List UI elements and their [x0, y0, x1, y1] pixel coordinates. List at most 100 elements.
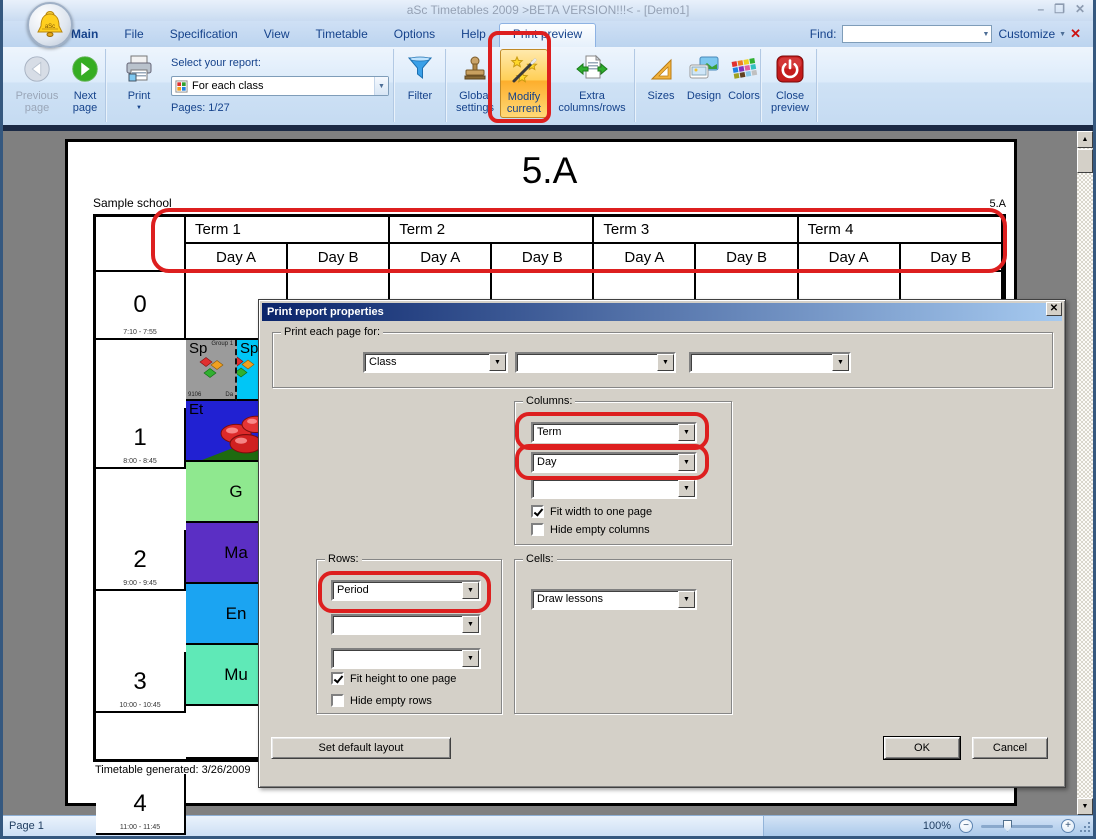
day-header: Day A: [186, 244, 288, 272]
scrollbar-thumb[interactable]: [1077, 149, 1093, 173]
checkbox[interactable]: [331, 694, 344, 707]
page-title: 5.A: [93, 150, 1006, 192]
day-header: Day B: [901, 244, 1003, 272]
set-square-icon: [647, 51, 675, 87]
pictures-icon: [689, 51, 719, 87]
dropdown-arrow-icon[interactable]: ▼: [678, 591, 695, 608]
tab-print-preview[interactable]: Print preview: [499, 23, 596, 47]
dropdown-arrow-icon[interactable]: ▼: [678, 424, 695, 441]
app-logo-bell-icon[interactable]: aSc: [27, 2, 73, 48]
rows-select-1[interactable]: Period ▼: [331, 580, 481, 601]
title-bar: aSc Timetables 2009 >BETA VERSION!!!< - …: [3, 0, 1093, 21]
colors-button[interactable]: Colors: [725, 51, 763, 102]
tab-file[interactable]: File: [111, 23, 156, 47]
tab-help[interactable]: Help: [448, 23, 499, 47]
group-label: Cells:: [523, 553, 557, 565]
checkbox-label: Hide empty rows: [350, 695, 432, 707]
maximize-button[interactable]: ❐: [1054, 2, 1065, 16]
cells-group: Cells: Draw lessons ▼: [514, 559, 732, 714]
term-header: Term 1: [186, 217, 390, 244]
dropdown-arrow-icon[interactable]: ▼: [462, 582, 479, 599]
color-palette-icon: [729, 51, 759, 87]
customize-menu[interactable]: Customize ▼ ✕: [998, 26, 1081, 42]
dropdown-arrow-icon[interactable]: ▼: [462, 650, 479, 667]
columns-select-1[interactable]: Term ▼: [531, 422, 697, 443]
report-select[interactable]: For each class ▼: [171, 76, 389, 96]
checkbox[interactable]: [531, 505, 544, 518]
previous-page-button[interactable]: Previous page: [11, 51, 63, 114]
design-button[interactable]: Design: [682, 51, 726, 102]
print-each-page-for-group: Print each page for: Class ▼ ▼ ▼: [272, 332, 1053, 388]
group-label: Rows:: [325, 553, 362, 565]
find-label: Find:: [810, 27, 837, 41]
set-default-layout-button[interactable]: Set default layout: [271, 737, 451, 759]
customize-label: Customize: [998, 27, 1055, 41]
button-label: OK: [914, 742, 930, 754]
find-input[interactable]: ▼: [842, 25, 992, 43]
combo-value: Day: [537, 456, 557, 468]
close-find-icon[interactable]: ✕: [1070, 26, 1081, 42]
vertical-scrollbar[interactable]: ▲ ▼: [1077, 131, 1093, 815]
columns-select-3[interactable]: ▼: [531, 478, 697, 499]
zoom-out-button[interactable]: −: [959, 819, 973, 833]
global-settings-button[interactable]: Global settings: [452, 51, 498, 114]
dropdown-arrow-icon[interactable]: ▼: [657, 354, 674, 371]
print-button[interactable]: Print ▼: [115, 51, 163, 114]
cubes-icon: [197, 357, 225, 388]
printer-icon: [123, 51, 155, 87]
sizes-button[interactable]: Sizes: [641, 51, 681, 102]
button-label: Cancel: [993, 742, 1027, 754]
tab-specification[interactable]: Specification: [157, 23, 251, 47]
dropdown-arrow-icon[interactable]: ▼: [678, 480, 695, 497]
cells-select[interactable]: Draw lessons ▼: [531, 589, 697, 610]
hide-empty-columns-checkbox[interactable]: Hide empty columns: [531, 523, 650, 536]
fit-height-checkbox[interactable]: Fit height to one page: [331, 672, 456, 685]
ok-button[interactable]: OK: [884, 737, 960, 759]
window-title: aSc Timetables 2009 >BETA VERSION!!!< - …: [3, 3, 1093, 17]
extra-columns-rows-button[interactable]: Extra columns/rows: [551, 51, 633, 114]
zoom-slider-thumb[interactable]: [1003, 820, 1012, 832]
lesson-cell: SpGroup 19106Da: [186, 340, 237, 401]
tab-view[interactable]: View: [251, 23, 303, 47]
columns-select-2[interactable]: Day ▼: [531, 452, 697, 473]
close-button[interactable]: ✕: [1075, 2, 1085, 16]
next-page-button[interactable]: Next page: [63, 51, 107, 114]
chevron-down-icon: ▼: [136, 102, 142, 114]
modify-current-button[interactable]: Modify current: [500, 49, 548, 118]
tab-timetable[interactable]: Timetable: [303, 23, 381, 47]
group-label: Columns:: [523, 395, 575, 407]
scroll-up-button[interactable]: ▲: [1077, 131, 1093, 148]
checkbox[interactable]: [331, 672, 344, 685]
dropdown-arrow-icon[interactable]: ▼: [462, 616, 479, 633]
report-icon: [175, 80, 188, 93]
filter-button[interactable]: Filter: [400, 51, 440, 102]
zoom-in-button[interactable]: +: [1061, 819, 1075, 833]
arrow-left-circle-icon: [22, 51, 52, 87]
button-label: Close preview: [764, 90, 816, 114]
close-preview-button[interactable]: Close preview: [766, 51, 814, 114]
minimize-button[interactable]: –: [1037, 2, 1044, 16]
rows-select-2[interactable]: ▼: [331, 614, 481, 635]
fit-width-checkbox[interactable]: Fit width to one page: [531, 505, 652, 518]
columns-group: Columns: Term ▼ Day ▼ ▼ Fit width to one…: [514, 401, 732, 545]
cubes-icon: [237, 356, 256, 387]
period-cell: 07:10 - 7:55: [96, 272, 186, 340]
page-for-select-2[interactable]: ▼: [515, 352, 676, 373]
checkbox[interactable]: [531, 523, 544, 536]
page-for-select-3[interactable]: ▼: [689, 352, 851, 373]
period-cell: 310:00 - 10:45: [96, 652, 186, 713]
dialog-close-button[interactable]: ✕: [1046, 302, 1062, 316]
zoom-slider[interactable]: [981, 825, 1053, 828]
cancel-button[interactable]: Cancel: [972, 737, 1048, 759]
dialog-title-bar[interactable]: Print report properties: [262, 303, 1062, 321]
checkbox-label: Fit height to one page: [350, 673, 456, 685]
dropdown-arrow-icon[interactable]: ▼: [678, 454, 695, 471]
page-for-select-1[interactable]: Class ▼: [363, 352, 508, 373]
resize-grip[interactable]: [1079, 821, 1091, 833]
scroll-down-button[interactable]: ▼: [1077, 798, 1093, 815]
hide-empty-rows-checkbox[interactable]: Hide empty rows: [331, 694, 432, 707]
tab-options[interactable]: Options: [381, 23, 448, 47]
rows-select-3[interactable]: ▼: [331, 648, 481, 669]
dropdown-arrow-icon[interactable]: ▼: [489, 354, 506, 371]
dropdown-arrow-icon[interactable]: ▼: [832, 354, 849, 371]
